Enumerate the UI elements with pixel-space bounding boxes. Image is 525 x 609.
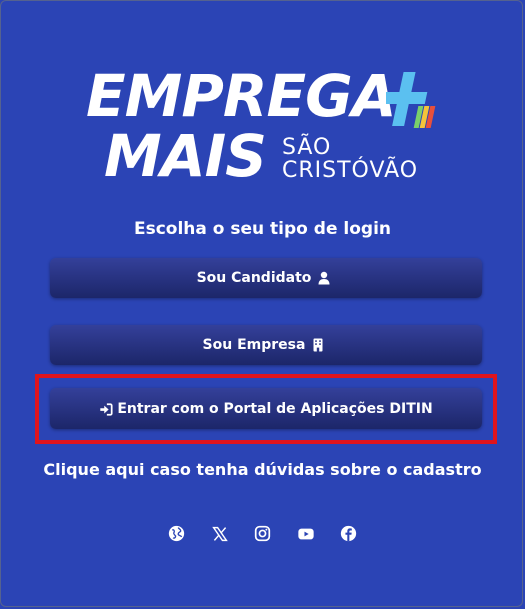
candidate-button-label: Sou Candidato: [196, 270, 312, 286]
logo-plus-icon: [386, 72, 436, 128]
logo-city-line2: CRISTÓVÃO: [282, 158, 419, 183]
youtube-icon[interactable]: [296, 524, 315, 543]
registration-help-link[interactable]: Clique aqui caso tenha dúvidas sobre o c…: [0, 458, 525, 482]
company-login-button[interactable]: Sou Empresa: [50, 325, 482, 365]
globe-icon[interactable]: [167, 524, 186, 543]
logo-mais-text: MAIS: [104, 122, 267, 190]
company-button-label: Sou Empresa: [202, 337, 306, 353]
instagram-icon[interactable]: [253, 524, 272, 543]
candidate-login-button[interactable]: Sou Candidato: [50, 258, 482, 298]
building-icon: [311, 338, 325, 352]
logo-emprega-text: EMPREGA: [86, 62, 397, 130]
user-icon: [317, 271, 331, 285]
logo-city-text: SÃO CRISTÓVÃO: [282, 136, 418, 182]
emprega-mais-logo: EMPREGA MAIS SÃO CRISTÓVÃO: [86, 66, 446, 190]
login-type-title: Escolha o seu tipo de login: [133, 219, 392, 239]
facebook-icon[interactable]: [339, 524, 358, 543]
logo-city-line1: SÃO: [282, 135, 332, 160]
social-links: [0, 524, 525, 543]
ditin-portal-login-button[interactable]: Entrar com o Portal de Aplicações DITIN: [50, 388, 482, 429]
sign-in-icon: [99, 402, 113, 416]
ditin-button-label: Entrar com o Portal de Aplicações DITIN: [117, 400, 433, 417]
x-twitter-icon[interactable]: [210, 524, 229, 543]
